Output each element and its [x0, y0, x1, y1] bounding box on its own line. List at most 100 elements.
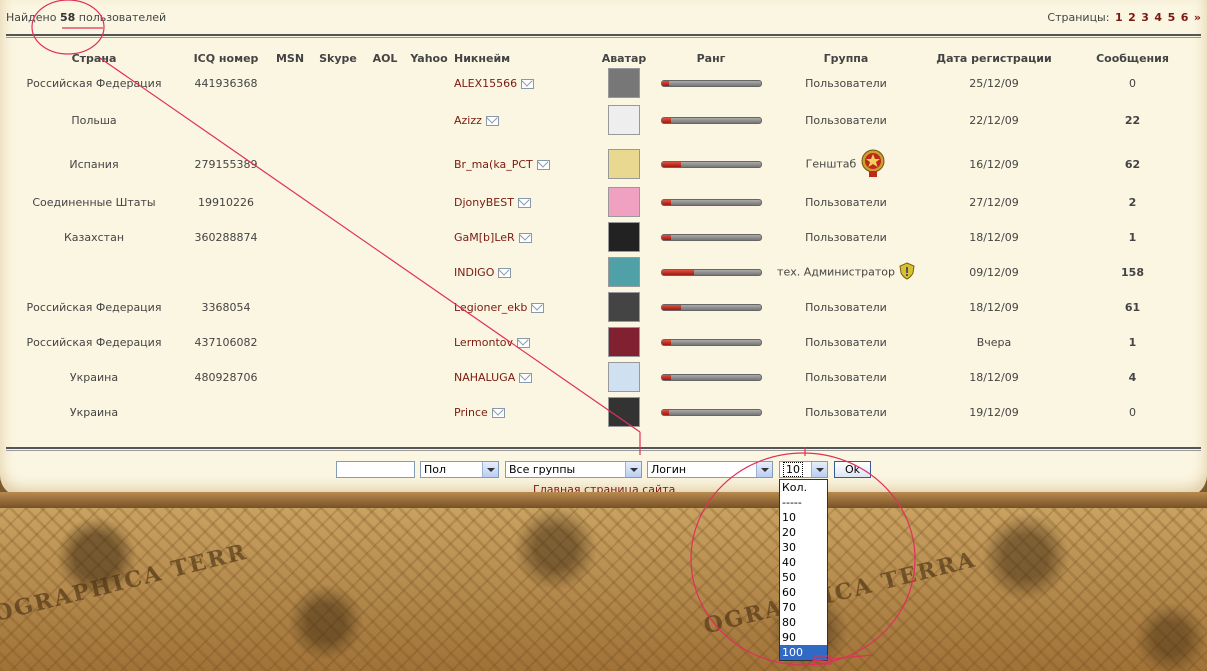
count-option[interactable]: 70 — [780, 600, 827, 615]
avatar[interactable] — [608, 362, 640, 392]
rank-bar — [660, 374, 762, 381]
skype-cell — [310, 186, 366, 218]
members-table: Страна ICQ номер MSN Skype AOL Yahoo Ник… — [6, 48, 1201, 428]
col-reg-date[interactable]: Дата регистрации — [924, 48, 1064, 68]
msn-cell — [270, 186, 310, 218]
nickname-link[interactable]: DjonyBEST — [454, 196, 514, 209]
col-country[interactable]: Страна — [6, 48, 182, 68]
nickname-link[interactable]: Br_ma(ka_PCT — [454, 158, 533, 171]
yahoo-cell — [404, 358, 454, 396]
mail-icon[interactable] — [536, 159, 550, 170]
rank-cell — [654, 326, 768, 358]
pagination-label: Страницы: — [1047, 11, 1110, 24]
col-nickname[interactable]: Никнейм — [454, 48, 594, 68]
col-group[interactable]: Группа — [768, 48, 924, 68]
table-row: INDIGO тех. Администратор 09/12/09 158 — [6, 256, 1201, 288]
avatar[interactable] — [608, 327, 640, 357]
count-option[interactable]: 50 — [780, 570, 827, 585]
count-option[interactable]: Кол. — [780, 480, 827, 495]
col-skype[interactable]: Skype — [310, 48, 366, 68]
chevron-down-icon — [625, 462, 641, 477]
skype-cell — [310, 326, 366, 358]
skype-cell — [310, 358, 366, 396]
page-link-4[interactable]: 4 — [1154, 11, 1162, 24]
nickname-link[interactable]: Lermontov — [454, 336, 513, 349]
mail-icon[interactable] — [521, 78, 535, 89]
group-cell: Пользователи — [768, 358, 924, 396]
page-link-5[interactable]: 5 — [1168, 11, 1176, 24]
avatar[interactable] — [608, 222, 640, 252]
col-msn[interactable]: MSN — [270, 48, 310, 68]
page-link-3[interactable]: 3 — [1141, 11, 1149, 24]
count-option[interactable]: 60 — [780, 585, 827, 600]
country-cell: Российская Федерация — [26, 300, 162, 314]
reg-date-cell: 19/12/09 — [969, 405, 1019, 419]
count-option[interactable]: 10 — [780, 510, 827, 525]
posts-cell: 1 — [1128, 230, 1137, 244]
count-option[interactable]: 80 — [780, 615, 827, 630]
mail-icon[interactable] — [531, 302, 545, 313]
count-option[interactable]: 90 — [780, 630, 827, 645]
gender-select[interactable]: Пол — [420, 461, 499, 478]
avatar[interactable] — [608, 397, 640, 427]
page-link-6[interactable]: 6 — [1181, 11, 1189, 24]
nickname-link[interactable]: ALEX15566 — [454, 77, 517, 90]
page-next-link[interactable]: » — [1194, 11, 1201, 24]
search-input[interactable] — [336, 461, 415, 478]
group-select[interactable]: Все группы — [505, 461, 642, 478]
posts-cell: 61 — [1124, 300, 1141, 314]
mail-icon[interactable] — [517, 197, 531, 208]
icq-cell — [182, 396, 270, 428]
page-link-1[interactable]: 1 — [1115, 11, 1123, 24]
avatar[interactable] — [608, 149, 640, 179]
col-yahoo[interactable]: Yahoo — [404, 48, 454, 68]
rank-bar — [660, 199, 762, 206]
count-option[interactable]: 100 — [780, 645, 827, 660]
sort-select[interactable]: Логин — [647, 461, 773, 478]
nickname-link[interactable]: Prince — [454, 406, 488, 419]
mail-icon[interactable] — [519, 372, 533, 383]
avatar-cell — [594, 358, 654, 396]
reg-date-cell: 22/12/09 — [969, 113, 1019, 127]
count-option[interactable]: 30 — [780, 540, 827, 555]
posts-cell: 0 — [1129, 76, 1136, 90]
nickname-link[interactable]: GaM[b]LeR — [454, 231, 515, 244]
group-label: тех. Администратор — [777, 265, 895, 278]
avatar[interactable] — [608, 68, 640, 98]
nickname-link[interactable]: INDIGO — [454, 266, 494, 279]
count-select[interactable]: 10 — [779, 461, 828, 478]
skype-cell — [310, 256, 366, 288]
avatar[interactable] — [608, 257, 640, 287]
nickname-link[interactable]: Azizz — [454, 114, 482, 127]
country-cell: Украина — [69, 370, 119, 384]
avatar[interactable] — [608, 187, 640, 217]
nickname-link[interactable]: Legioner_ekb — [454, 301, 527, 314]
count-option[interactable]: 40 — [780, 555, 827, 570]
mail-icon[interactable] — [517, 337, 531, 348]
rank-bar-fill — [661, 410, 670, 415]
count-option[interactable]: ----- — [780, 495, 827, 510]
col-posts[interactable]: Сообщения — [1064, 48, 1201, 68]
mail-icon[interactable] — [485, 115, 499, 126]
skype-cell — [310, 68, 366, 98]
count-option[interactable]: 20 — [780, 525, 827, 540]
col-aol[interactable]: AOL — [366, 48, 404, 68]
avatar[interactable] — [608, 292, 640, 322]
rank-bar — [660, 304, 762, 311]
mail-icon[interactable] — [491, 407, 505, 418]
page-link-2[interactable]: 2 — [1128, 11, 1136, 24]
nickname-link[interactable]: NAHALUGA — [454, 371, 515, 384]
mail-icon[interactable] — [518, 232, 532, 243]
avatar[interactable] — [608, 105, 640, 135]
col-icq[interactable]: ICQ номер — [182, 48, 270, 68]
group-cell: Пользователи — [768, 288, 924, 326]
count-dropdown-list[interactable]: Кол. ----- 10 20 30 40 50 60 70 80 90 100 — [779, 479, 828, 661]
yahoo-cell — [404, 396, 454, 428]
msn-cell — [270, 68, 310, 98]
pagination: Страницы: 1 2 3 4 5 6 » — [1047, 11, 1201, 24]
yahoo-cell — [404, 98, 454, 142]
nickname-cell: GaM[b]LeR — [454, 218, 594, 256]
ok-button[interactable]: Ok — [834, 461, 871, 478]
mail-icon[interactable] — [498, 267, 512, 278]
col-rank[interactable]: Ранг — [654, 48, 768, 68]
